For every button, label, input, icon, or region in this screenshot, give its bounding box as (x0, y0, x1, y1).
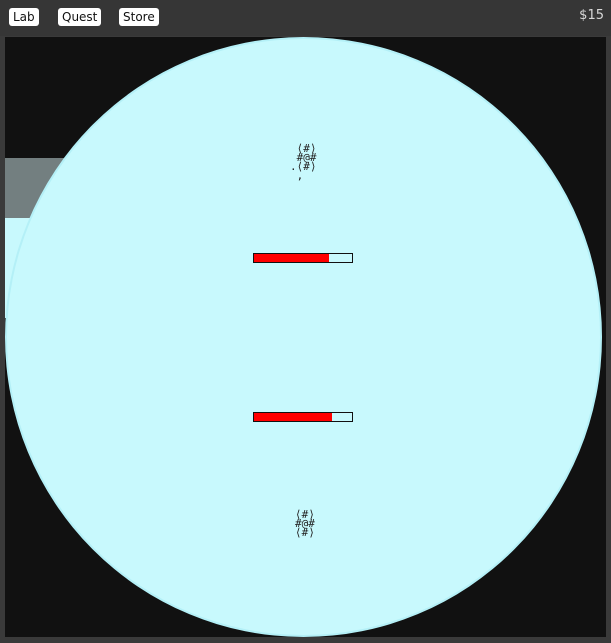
enemy-creature[interactable]: ⟨#⟩ #@# .⟨#⟩ , (290, 143, 317, 181)
enemy-health-bar (253, 253, 353, 263)
shield-bubble (5, 37, 602, 637)
store-button[interactable]: Store (119, 8, 159, 26)
player-creature[interactable]: ⟨#⟩ #@# ⟨#⟩ (295, 509, 315, 538)
lab-button[interactable]: Lab (9, 8, 39, 26)
top-bar: Lab Quest Store $15 (0, 0, 611, 36)
player-health-fill (254, 413, 333, 421)
player-health-bar (253, 412, 353, 422)
money-display: $15 (579, 8, 604, 23)
quest-button[interactable]: Quest (58, 8, 102, 26)
enemy-health-fill (254, 254, 330, 262)
battle-arena[interactable]: ⟨#⟩ #@# .⟨#⟩ , ⟨#⟩ #@# ⟨#⟩ (5, 37, 606, 637)
